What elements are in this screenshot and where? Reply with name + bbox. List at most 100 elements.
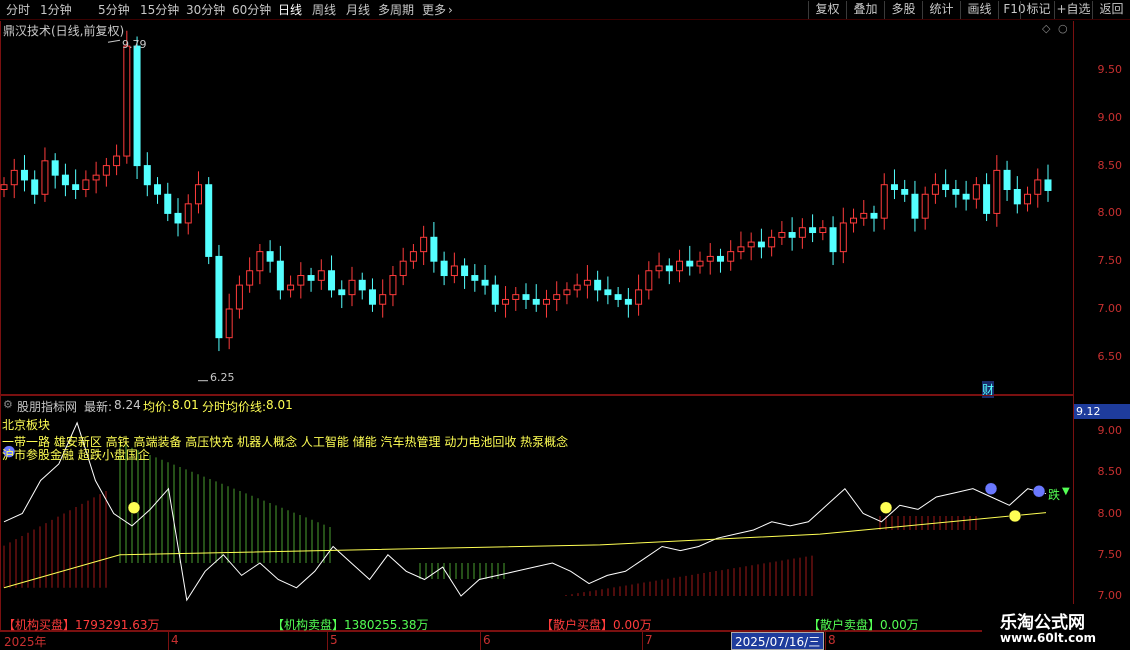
statistics-button[interactable]: 统计 — [922, 1, 960, 19]
candle-body — [51, 160, 59, 176]
candle-body — [655, 265, 663, 272]
candle-body — [696, 260, 704, 267]
candle-body — [911, 193, 919, 219]
tab-fenshi[interactable]: 分时 — [6, 2, 30, 18]
main-y-tick: 8.00 — [1097, 206, 1123, 220]
concepts-line-2: 沪市参股金融 超跌小盘国企 — [2, 448, 150, 462]
candle-body — [246, 270, 254, 286]
candle-body — [143, 165, 151, 186]
sector-label: 北京板块 — [2, 418, 51, 432]
multi-stock-button[interactable]: 多股 — [884, 1, 922, 19]
candle-body — [931, 184, 939, 195]
candle-body — [491, 284, 499, 305]
candle-body — [1034, 179, 1042, 195]
main-price-axis: 9.50 9.00 8.50 8.00 7.50 7.00 6.50 — [1076, 21, 1130, 395]
add-watchlist-button[interactable]: +自选 — [1054, 1, 1092, 19]
candle-body — [92, 174, 100, 181]
candle-body — [287, 284, 295, 291]
tab-5min[interactable]: 5分钟 — [98, 2, 130, 18]
candle-body — [542, 298, 550, 305]
candle-body — [839, 222, 847, 253]
main-y-tick: 9.50 — [1097, 63, 1123, 76]
tavg-label: 分时均价线: — [202, 400, 267, 414]
candle-body — [113, 155, 121, 167]
candle-body — [338, 289, 346, 296]
tab-monthly[interactable]: 月线 — [346, 2, 370, 18]
candle-body — [205, 184, 213, 257]
candle-body — [1024, 193, 1032, 205]
tab-1min[interactable]: 1分钟 — [40, 2, 72, 18]
candle-body — [676, 260, 684, 272]
tab-daily[interactable]: 日线 — [278, 2, 302, 18]
fuquan-button[interactable]: 复权 — [808, 1, 846, 19]
candle-body — [123, 45, 131, 157]
candle-body — [819, 227, 827, 234]
candle-body — [798, 227, 806, 238]
candle-body — [61, 174, 69, 186]
candle-body — [41, 160, 49, 195]
candle-body — [368, 289, 376, 305]
settings-icon[interactable]: ⚙ — [3, 398, 13, 411]
candle-body — [256, 251, 264, 272]
candle-body — [624, 298, 632, 305]
candle-body — [266, 251, 274, 262]
candle-body — [20, 169, 28, 181]
candle-body — [317, 270, 325, 281]
avg-label: 均价: — [143, 400, 172, 414]
candle-body — [901, 189, 909, 195]
sad-face-icon — [984, 482, 998, 495]
candle-body — [890, 184, 898, 191]
candle-body — [809, 227, 817, 234]
candle-body — [665, 265, 673, 272]
tab-30min[interactable]: 30分钟 — [186, 2, 225, 18]
indicator-y-tick: 7.00 — [1097, 589, 1123, 602]
candle-body — [235, 284, 243, 310]
candle-body — [829, 227, 837, 253]
tab-more[interactable]: 更多 — [422, 2, 446, 18]
indicator-y-tick: 8.00 — [1097, 506, 1123, 520]
overlay-button[interactable]: 叠加 — [846, 1, 884, 19]
candle-body — [993, 169, 1001, 214]
month-8: 8 — [828, 633, 836, 647]
average-line — [3, 512, 1047, 589]
candle-body — [788, 232, 796, 238]
candle-body — [716, 255, 724, 262]
indicator-chart — [2, 421, 1047, 602]
candle-body — [983, 184, 991, 214]
tab-15min[interactable]: 15分钟 — [140, 2, 179, 18]
candle-body — [409, 251, 417, 262]
candle-body — [133, 45, 141, 167]
tab-multi-period[interactable]: 多周期 — [378, 2, 414, 18]
candle-body — [778, 232, 786, 238]
candle-body — [184, 203, 192, 224]
candle-body — [1044, 179, 1052, 191]
down-triangle-icon: ▼ — [1062, 486, 1070, 497]
candle-body — [481, 279, 489, 286]
candle-body — [962, 193, 970, 200]
candle-body — [461, 265, 469, 277]
candle-body — [164, 193, 172, 214]
indicator-name[interactable]: 股朋指标网 — [17, 398, 77, 415]
candle-body — [850, 217, 858, 224]
tavg-value: 8.01 — [266, 398, 293, 412]
mark-button[interactable]: 标记 — [1020, 1, 1056, 19]
candle-body — [614, 294, 622, 300]
candle-body — [307, 275, 315, 281]
tab-60min[interactable]: 60分钟 — [232, 2, 271, 18]
period-toolbar: 分时 1分钟 5分钟 15分钟 30分钟 60分钟 日线 周线 月线 多周期 更… — [0, 0, 1130, 20]
main-y-tick: 7.50 — [1097, 254, 1123, 268]
indicator-y-tick: 8.50 — [1097, 465, 1123, 479]
tab-weekly[interactable]: 周线 — [312, 2, 336, 18]
candle-body — [31, 179, 39, 195]
kline-chart — [0, 30, 1052, 382]
back-button[interactable]: 返回 — [1092, 1, 1130, 19]
candle-body — [399, 260, 407, 277]
candle-body — [440, 260, 448, 277]
low-price-label: 6.25 — [210, 371, 235, 384]
chevron-right-icon[interactable]: › — [448, 2, 453, 18]
candle-body — [532, 298, 540, 305]
candle-body — [594, 279, 602, 291]
year-label: 2025年 — [4, 635, 47, 649]
candle-body — [102, 165, 110, 176]
draw-line-button[interactable]: 画线 — [960, 1, 998, 19]
